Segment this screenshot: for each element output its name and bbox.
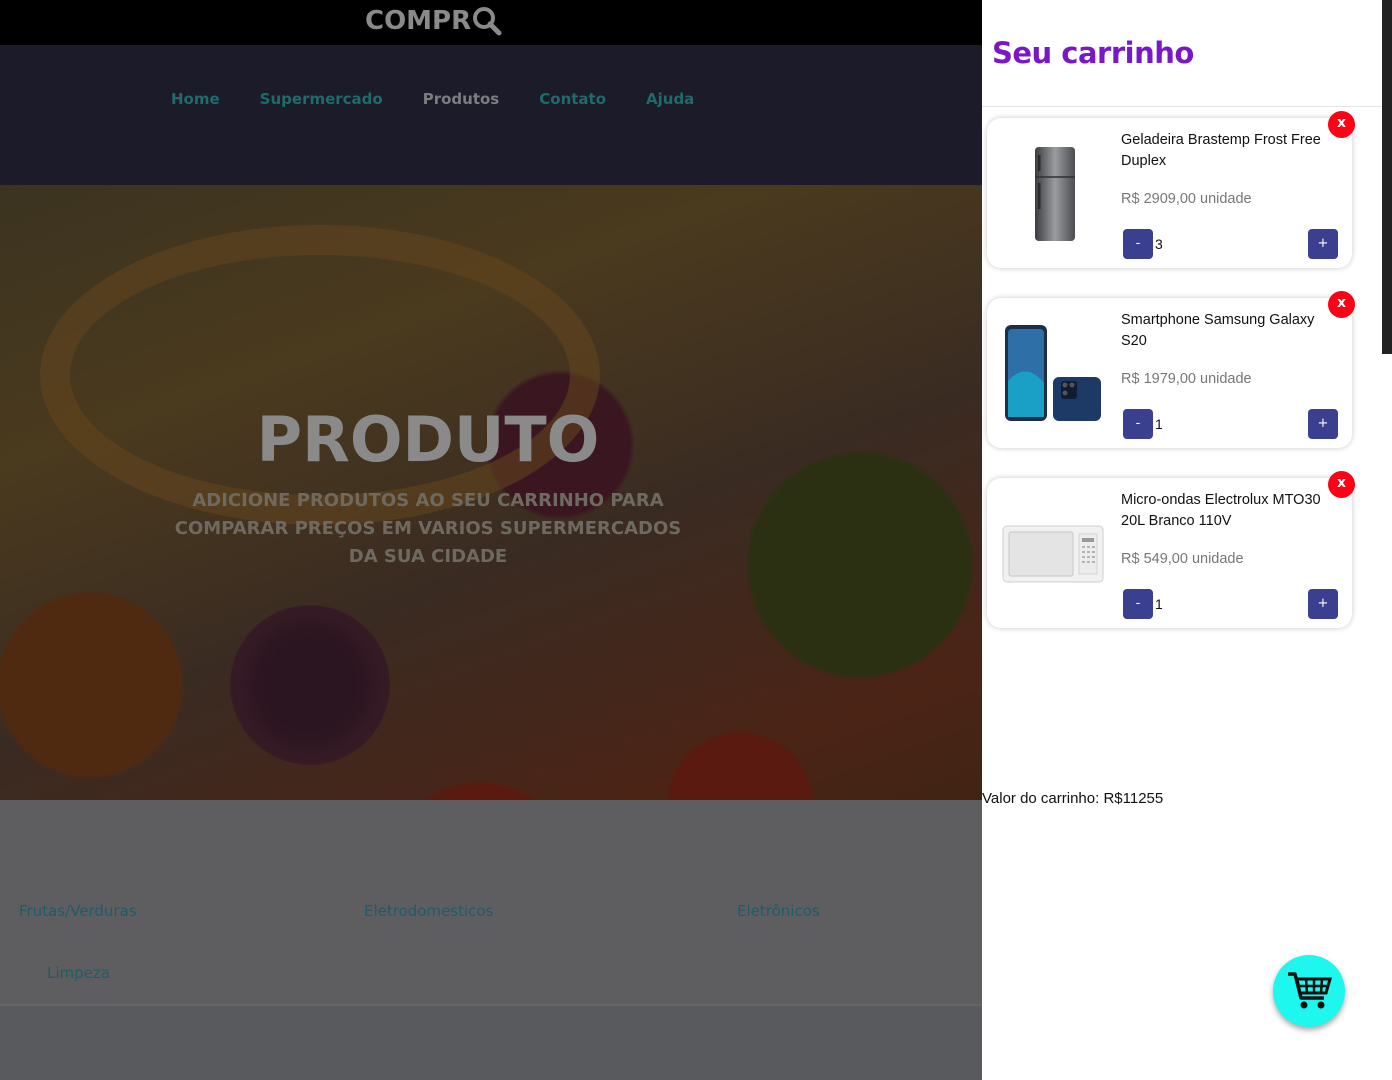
item-quantity: 3 <box>1155 236 1163 252</box>
cart-divider <box>982 106 1382 107</box>
remove-item-button[interactable]: x <box>1328 471 1355 498</box>
remove-item-button[interactable]: x <box>1328 291 1355 318</box>
decrease-quantity-button[interactable]: - <box>1123 229 1153 259</box>
main-nav: Home Supermercado Produtos Contato Ajuda <box>171 90 734 108</box>
nav-supermercado[interactable]: Supermercado <box>260 90 383 108</box>
item-name: Micro-ondas Electrolux MTO30 20L Branco … <box>1121 492 1321 529</box>
increase-quantity-button[interactable]: + <box>1308 229 1338 259</box>
remove-item-button[interactable]: x <box>1328 111 1355 138</box>
hero-basket-shape <box>40 225 600 525</box>
item-quantity: 1 <box>1155 416 1163 432</box>
magnifier-icon <box>473 7 502 36</box>
cart-item: Geladeira Brastemp Frost Free Duplex R$ … <box>987 111 1355 268</box>
item-name: Geladeira Brastemp Frost Free Duplex <box>1121 132 1321 169</box>
cart-scrollbar[interactable] <box>1382 0 1392 354</box>
item-quantity: 1 <box>1155 596 1163 612</box>
item-price: R$ 2909,00 unidade <box>1121 191 1252 207</box>
item-price: R$ 549,00 unidade <box>1121 551 1244 567</box>
category-eletrodomesticos[interactable]: Eletrodomesticos <box>364 902 493 920</box>
cart-toggle-button[interactable] <box>1273 955 1345 1027</box>
nav-contato[interactable]: Contato <box>539 90 606 108</box>
cart-title: Seu carrinho <box>992 36 1194 70</box>
hero-grapes-shape <box>230 605 390 765</box>
microwave-image <box>1001 500 1105 606</box>
cart-item: Micro-ondas Electrolux MTO30 20L Branco … <box>987 471 1355 628</box>
logo-text: COMPR <box>365 6 472 36</box>
nav-produtos[interactable]: Produtos <box>423 90 500 108</box>
nav-home[interactable]: Home <box>171 90 220 108</box>
cart-item: Smartphone Samsung Galaxy S20 R$ 1979,00… <box>987 291 1355 448</box>
category-eletronicos[interactable]: Eletrônicos <box>737 902 820 920</box>
item-price: R$ 1979,00 unidade <box>1121 371 1252 387</box>
logo[interactable]: COMPR <box>365 6 502 36</box>
decrease-quantity-button[interactable]: - <box>1123 409 1153 439</box>
category-frutas-verduras[interactable]: Frutas/Verduras <box>19 902 137 920</box>
shopping-cart-icon <box>1288 972 1332 1009</box>
increase-quantity-button[interactable]: + <box>1308 409 1338 439</box>
smartphone-image <box>1001 320 1105 426</box>
increase-quantity-button[interactable]: + <box>1308 589 1338 619</box>
item-name: Smartphone Samsung Galaxy S20 <box>1121 312 1315 349</box>
decrease-quantity-button[interactable]: - <box>1123 589 1153 619</box>
nav-ajuda[interactable]: Ajuda <box>646 90 694 108</box>
hero-subtitle: ADICIONE PRODUTOS AO SEU CARRINHO PARA C… <box>174 490 682 567</box>
cart-total: Valor do carrinho: R$11255 <box>982 790 1164 807</box>
cart-panel: Seu carrinho Geladeira Brastemp Frost Fr… <box>982 0 1392 1080</box>
category-limpeza[interactable]: Limpeza <box>47 964 110 982</box>
hero-title: PRODUTO <box>256 403 600 476</box>
refrigerator-image <box>1001 140 1105 246</box>
